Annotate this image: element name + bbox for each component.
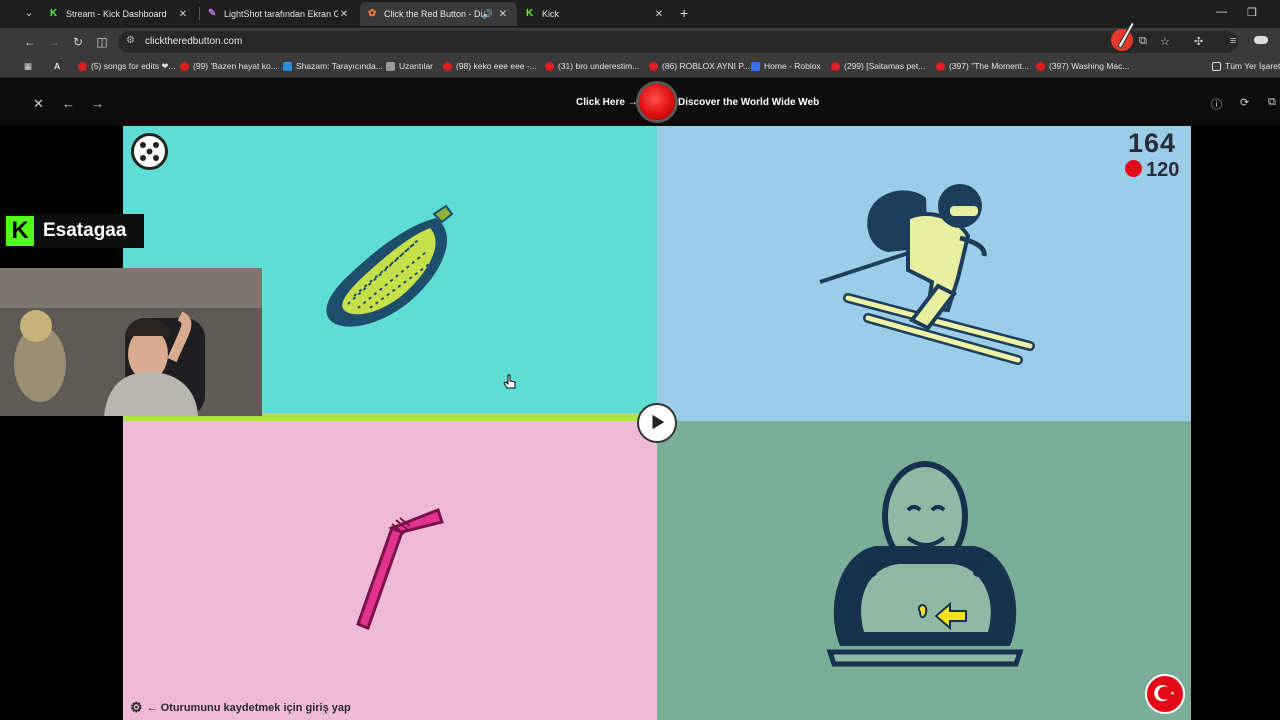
youtube-icon (78, 62, 87, 71)
reload-icon[interactable]: ↻ (70, 34, 86, 50)
bookmark-star-icon[interactable]: ☆ (1160, 35, 1170, 48)
dice-icon[interactable] (130, 132, 169, 171)
bookmark-item[interactable]: (98) keko eee eee -... (443, 61, 537, 71)
youtube-icon (936, 61, 945, 71)
login-link[interactable]: ⚙ ← Oturumunu kaydetmek için giriş yap (130, 699, 351, 716)
restore-icon[interactable]: ❐ (1247, 6, 1257, 19)
address-bar[interactable] (118, 31, 1238, 53)
bookmark-item[interactable]: (99) 'Bazen hayat ko... (180, 61, 278, 71)
close-tab-icon[interactable]: ✕ (338, 9, 350, 20)
buddha-icon (826, 461, 1024, 667)
youtube-icon (649, 61, 658, 71)
turkey-flag-icon (1125, 160, 1142, 177)
youtube-icon (443, 61, 452, 71)
bookmark-a-icon[interactable]: A (54, 61, 60, 71)
folder-icon (1212, 61, 1221, 71)
kick-logo-icon: K (6, 216, 34, 246)
youtube-icon (180, 61, 189, 71)
straw-icon (356, 508, 444, 630)
all-bookmarks-folder[interactable]: Tüm Yer İşaretl (1212, 61, 1280, 71)
streamer-name: Esatagaa (43, 220, 127, 241)
bookmark-item[interactable]: (31) bro underestim... (545, 61, 639, 71)
play-button[interactable] (637, 403, 677, 443)
kick-icon: K (526, 8, 534, 19)
tab-click-the-red-button[interactable]: ✿ Click the Red Button - Disc 🔊 ✕ (360, 2, 517, 26)
speaker-icon[interactable]: 🔊 (482, 9, 493, 20)
close-tab-icon[interactable]: ✕ (497, 9, 509, 20)
score-total: 164 (1128, 128, 1177, 158)
crb-icon: ✿ (368, 8, 377, 19)
bookmark-item[interactable]: (397) "The Moment... (936, 61, 1029, 71)
profile-icon[interactable] (1254, 36, 1268, 44)
bookmark-item[interactable]: Shazam: Tarayıcında... (283, 61, 383, 71)
youtube-icon (545, 61, 554, 71)
refresh-icon[interactable]: ⟳ (1240, 96, 1249, 109)
bookmark-item[interactable]: Home - Roblox (751, 61, 821, 71)
click-here-label: Click Here → (576, 97, 638, 108)
info-icon[interactable]: ⓘ (1211, 96, 1222, 112)
pen-extension-icon[interactable] (1108, 18, 1138, 54)
side-panel-icon[interactable]: ◫ (94, 34, 110, 50)
youtube-icon (1036, 61, 1045, 71)
shazam-icon (283, 61, 292, 71)
tab-kick-dashboard[interactable]: K Stream - Kick Dashboard ✕ (42, 2, 197, 26)
red-button[interactable] (639, 84, 675, 120)
kick-icon: K (50, 8, 58, 19)
new-tab-plus-icon[interactable]: + (680, 5, 688, 21)
settings-gear-icon[interactable]: ⚙ (130, 699, 143, 716)
tab-kick[interactable]: K Kick ✕ (518, 2, 673, 26)
tab-search-chevron-icon[interactable]: ⌄ (20, 6, 38, 22)
score-country: 120 (1146, 159, 1180, 181)
apps-grid-icon[interactable]: ▦ (24, 61, 32, 72)
bookmark-item[interactable]: (397) Washing Mac... (1036, 61, 1129, 71)
bookmark-item[interactable]: (299) [Saitamas pet... (831, 61, 925, 71)
roblox-icon (751, 61, 760, 71)
extensions-icon[interactable]: ✣ (1194, 35, 1203, 48)
close-tab-icon[interactable]: ✕ (177, 9, 189, 20)
site-info-icon[interactable]: ⚙ (126, 35, 135, 46)
close-tab-icon[interactable]: ✕ (653, 9, 665, 20)
next-arrow-icon[interactable]: → (91, 96, 104, 111)
zucchini-icon (326, 204, 454, 327)
forward-arrow-icon[interactable]: → (46, 34, 62, 50)
tab-lightshot[interactable]: ✎ LightShot tarafından Ekran Gör ✕ (200, 2, 358, 26)
open-external-icon[interactable]: ⧉ (1268, 96, 1276, 109)
hand-cursor-icon (503, 374, 516, 389)
bookmark-item[interactable]: (86) ROBLOX AYNI P... (649, 61, 750, 71)
lightshot-icon: ✎ (208, 8, 217, 19)
media-controls-icon[interactable]: ≡ (1230, 35, 1236, 47)
translate-icon[interactable]: ⧉ (1139, 35, 1147, 48)
youtube-icon (831, 61, 840, 71)
minimize-icon[interactable]: — (1216, 6, 1227, 18)
puzzle-icon (386, 61, 395, 71)
webcam-feed (0, 268, 262, 416)
skier-icon (819, 184, 1035, 365)
turkey-flag-icon[interactable] (1145, 674, 1185, 714)
close-x-icon[interactable]: ✕ (33, 96, 44, 112)
bookmark-item[interactable]: (5) songs for edits ❤... (78, 61, 176, 72)
url-text[interactable]: clicktheredbutton.com (145, 36, 242, 47)
prev-arrow-icon[interactable]: ← (62, 96, 75, 111)
bookmark-item[interactable]: Uzantılar (386, 61, 433, 71)
back-arrow-icon[interactable]: ← (22, 34, 38, 50)
discover-label: Discover the World Wide Web (678, 97, 820, 108)
